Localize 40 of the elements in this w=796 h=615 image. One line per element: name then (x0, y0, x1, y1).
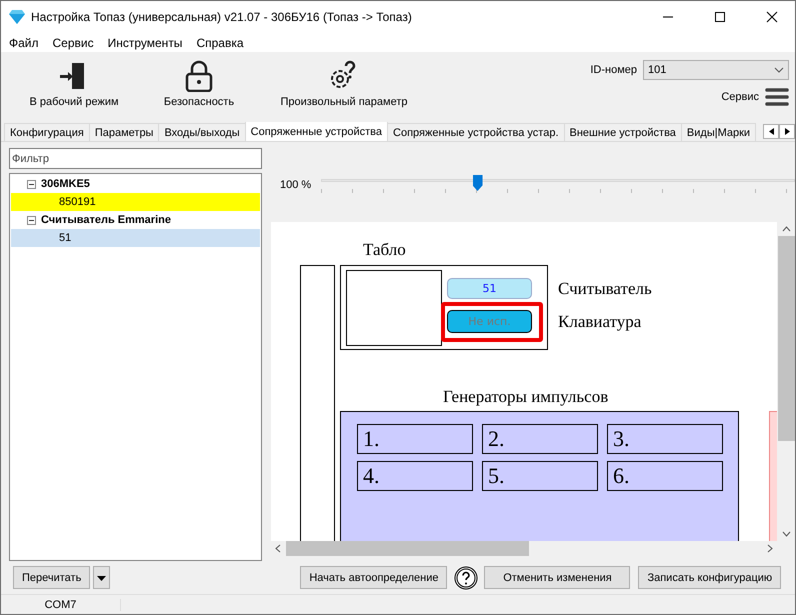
id-dropdown[interactable]: 101 (643, 60, 789, 80)
reader-label: Считыватель (558, 279, 652, 299)
menu-item[interactable]: Файл (9, 36, 39, 50)
tab[interactable]: Сопряженные устройства устар. (387, 123, 564, 141)
menu-item[interactable]: Инструменты (108, 36, 182, 50)
tab[interactable]: Виды|Марки (680, 123, 756, 141)
generator-slot[interactable]: 2. (482, 424, 598, 454)
menu-item[interactable]: Сервис (52, 36, 94, 50)
port-status: COM7 (1, 598, 121, 610)
toolbar-button[interactable]: Произвольный параметр (269, 60, 419, 108)
generators-title: Генераторы импульсов (443, 387, 608, 407)
generator-slot[interactable]: 4. (357, 461, 473, 491)
generator-slot[interactable]: 5. (482, 461, 598, 491)
generator-slot[interactable]: 3. (607, 424, 723, 454)
tab[interactable]: Входы/выходы (158, 123, 246, 141)
reread-button[interactable]: Перечитать (13, 566, 90, 589)
display-title: Табло (363, 240, 406, 260)
tree-node[interactable]: Считыватель Emmarine (11, 211, 260, 229)
zoom-label: 100 % (280, 179, 312, 191)
reader-field[interactable]: 51 (447, 278, 532, 299)
toolbar-button[interactable]: В рабочий режим (19, 60, 129, 108)
tab[interactable]: Параметры (88, 123, 160, 141)
toolbar-button[interactable]: Безопасность (129, 60, 269, 108)
tab[interactable]: Сопряженные устройства (244, 122, 388, 141)
tab[interactable]: Внешние устройства (564, 123, 682, 141)
write-config-button[interactable]: Записать конфигурацию (638, 566, 782, 589)
tab[interactable]: Конфигурация (4, 123, 90, 141)
cancel-changes-button[interactable]: Отменить изменения (484, 566, 630, 589)
generator-slot[interactable]: 6. (607, 461, 723, 491)
id-label: ID-номер (590, 64, 637, 76)
tree-node[interactable]: 306MKE5 (11, 175, 260, 193)
tree-item[interactable]: 850191 (11, 193, 260, 211)
generator-slot[interactable]: 1. (357, 424, 473, 454)
menu-item[interactable]: Справка (196, 36, 244, 50)
filter-field[interactable]: Фильтр (9, 148, 262, 169)
autodetect-button[interactable]: Начать автоопределение (300, 566, 448, 589)
tree-item[interactable]: 51 (11, 229, 260, 247)
service-label: Сервис (721, 91, 759, 103)
window-title: Настройка Топаз (универсальная) v21.07 - 306БУ16 (Топаз -> Топаз) (31, 10, 413, 24)
keypad-label: Клавиатура (558, 312, 642, 332)
